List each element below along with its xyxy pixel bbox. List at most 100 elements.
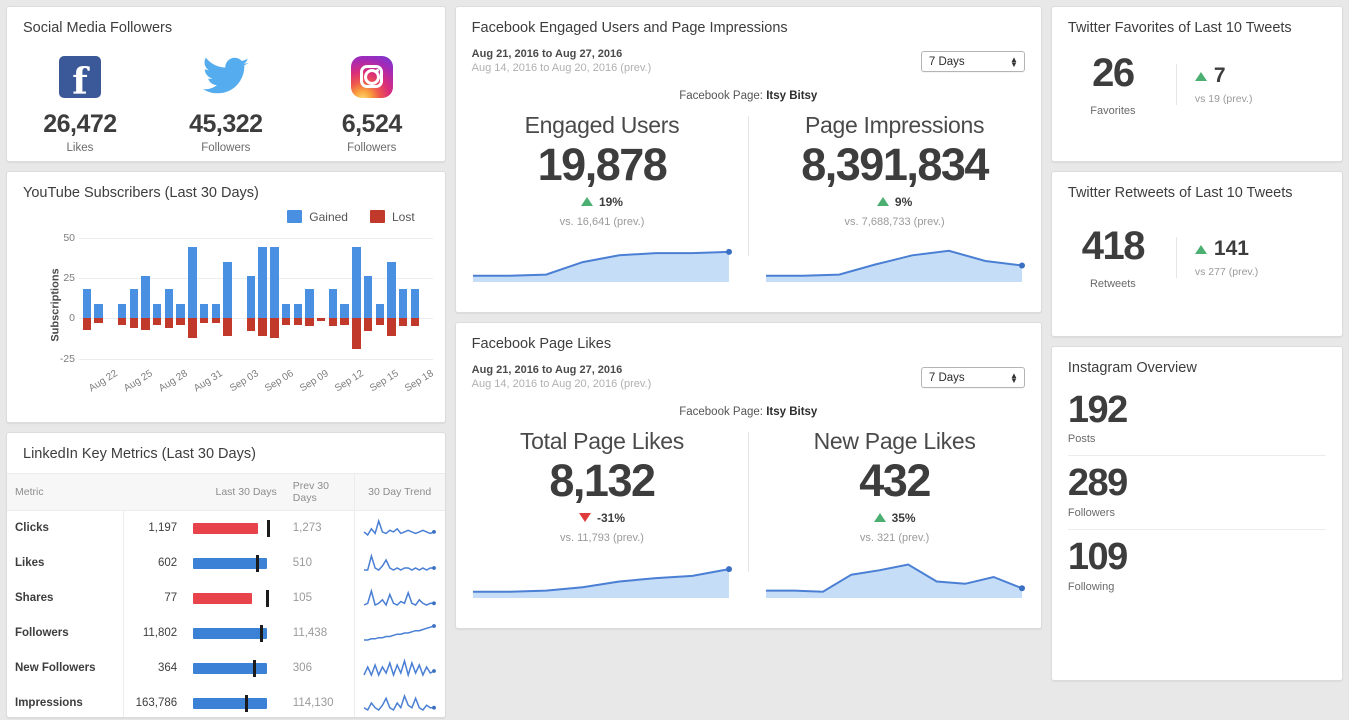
facebook-count: 26,472 <box>43 109 117 138</box>
metric-sparkline <box>760 554 1029 598</box>
stat-label: Following <box>1067 581 1115 594</box>
bullet-target-tick <box>260 625 264 643</box>
metric-column: New Page Likes 432 35% vs. 321 (prev.) <box>748 428 1041 598</box>
bar-group <box>397 228 409 383</box>
row-metric-label: New Followers <box>7 650 124 686</box>
row-current-value: 1,197 <box>148 522 178 535</box>
card-title: YouTube Subscribers (Last 30 Days) <box>23 185 259 201</box>
metric-sparkline <box>468 238 737 282</box>
row-bullet-chart <box>185 651 285 686</box>
row-previous-value: 114,130 <box>292 697 334 710</box>
bar-lost <box>387 318 396 336</box>
middle-column: Facebook Engaged Users and Page Impressi… <box>454 6 1042 720</box>
bullet-target-tick <box>266 520 270 538</box>
area-sparkline <box>472 248 732 282</box>
legend-label: Gained <box>309 209 348 224</box>
metric-column: Page Impressions 8,391,834 9% vs. 7,688,733… <box>748 112 1041 282</box>
previous-value: vs 19 (prev.) <box>1194 93 1253 106</box>
bar-gained <box>211 303 220 319</box>
metric-value: 432 <box>859 454 931 506</box>
bar-group <box>186 228 198 383</box>
left-column: Social Media Followers 26,472 Likes 45,3… <box>6 6 446 720</box>
bar-group <box>151 228 163 383</box>
bullet-bar <box>193 593 252 605</box>
sparkline-chart <box>363 693 436 711</box>
stepper-arrows-icon: ▲ ▼ <box>1009 370 1018 385</box>
date-range-select[interactable]: 7 Days ▲ ▼ <box>920 367 1025 388</box>
page-value: Itsy Bitsy <box>766 89 818 102</box>
table-row: Clicks 1,197 1,273 <box>7 510 445 546</box>
card-title: Social Media Followers <box>23 20 173 36</box>
kpi-main: 26 Favorites <box>1068 53 1176 117</box>
bar-gained <box>164 289 174 319</box>
bar-lost <box>223 318 232 336</box>
facebook-page-name: Facebook Page: Itsy Bitsy <box>456 90 1041 102</box>
row-sparkline <box>353 615 445 651</box>
bar-gained <box>270 247 279 319</box>
instagram-followers: 6,524 Followers <box>299 53 445 154</box>
metrics-row: Engaged Users 19,878 19% vs. 16,641 (prev.)… <box>456 112 1041 282</box>
bar-lost <box>164 318 174 328</box>
bar-lost <box>82 318 92 330</box>
metric-previous: vs. 11,793 (prev.) <box>559 531 644 544</box>
bar-gained <box>399 289 408 319</box>
sparkline-chart <box>363 552 436 571</box>
y-tick-label: -25 <box>59 352 75 365</box>
twitter-favorites-card: Twitter Favorites of Last 10 Tweets 26 F… <box>1050 6 1343 162</box>
stat-value: 289 <box>1067 462 1128 505</box>
date-range-value: 7 Days <box>928 55 965 68</box>
metric-value: 19,878 <box>537 138 668 190</box>
legend-item-lost: Lost <box>369 209 415 224</box>
bar-group <box>93 228 105 383</box>
metric-delta: 19% <box>468 195 737 209</box>
date-range-select[interactable]: 7 Days ▲ ▼ <box>920 51 1025 72</box>
facebook-page-name: Facebook Page: Itsy Bitsy <box>456 406 1041 418</box>
bar-gained <box>141 276 150 319</box>
row-current-value: 163,786 <box>135 697 178 710</box>
youtube-subscribers-card: YouTube Subscribers (Last 30 Days) Gaine… <box>6 171 446 423</box>
bar-gained <box>199 303 209 319</box>
card-title: Twitter Favorites of Last 10 Tweets <box>1067 20 1292 36</box>
area-sparkline <box>472 565 732 598</box>
bar-lost <box>305 318 314 327</box>
legend-item-gained: Gained <box>287 210 348 224</box>
row-previous-value: 105 <box>292 592 312 605</box>
right-column: Twitter Favorites of Last 10 Tweets 26 F… <box>1050 6 1343 720</box>
row-metric-label: Impressions <box>7 685 124 717</box>
metric-sparkline <box>760 238 1029 282</box>
bar-gained <box>281 303 291 319</box>
bar-group <box>280 228 292 383</box>
sparkline-chart <box>362 657 436 678</box>
table-row: Impressions 163,786 114,130 <box>7 685 445 717</box>
bar-group <box>222 228 234 383</box>
legend-label: Lost <box>391 209 415 224</box>
area-sparkline <box>765 563 1025 598</box>
bar-lost <box>141 318 150 330</box>
instagram-overview-card: Instagram Overview 192 Posts 289 Followers 1… <box>1050 346 1343 681</box>
triangle-up-icon <box>1194 71 1207 81</box>
twitter-bird-icon <box>202 57 249 93</box>
card-title: Facebook Page Likes <box>471 336 612 352</box>
bar-gained <box>293 303 303 319</box>
bar-lost <box>410 318 420 327</box>
row-bullet-chart <box>185 546 285 581</box>
bar-group <box>128 228 140 383</box>
row-sparkline <box>353 685 445 717</box>
chart-bars <box>81 228 433 383</box>
metrics-row: Total Page Likes 8,132 -31% vs. 11,793 (pre… <box>456 428 1041 598</box>
kpi-body: 26 Favorites 7 vs 19 (prev.) <box>1052 39 1342 135</box>
instagram-label: Followers <box>347 141 397 154</box>
bar-gained <box>82 289 92 319</box>
metric-delta: 9% <box>760 195 1029 209</box>
table-header-row: Metric Last 30 Days Prev 30 Days 30 Day … <box>7 472 445 511</box>
bar-group <box>269 228 281 383</box>
triangle-up-icon <box>873 513 886 523</box>
bar-gained <box>375 303 385 319</box>
kpi-main: 418 Retweets <box>1068 226 1176 290</box>
bar-group <box>140 228 152 383</box>
bar-lost <box>281 318 291 325</box>
bar-gained <box>117 303 127 319</box>
linkedin-metrics-table: Metric Last 30 Days Prev 30 Days 30 Day … <box>7 472 445 717</box>
stat-value: 192 <box>1067 388 1128 431</box>
facebook-engaged-users-card: Facebook Engaged Users and Page Impressi… <box>454 6 1042 313</box>
